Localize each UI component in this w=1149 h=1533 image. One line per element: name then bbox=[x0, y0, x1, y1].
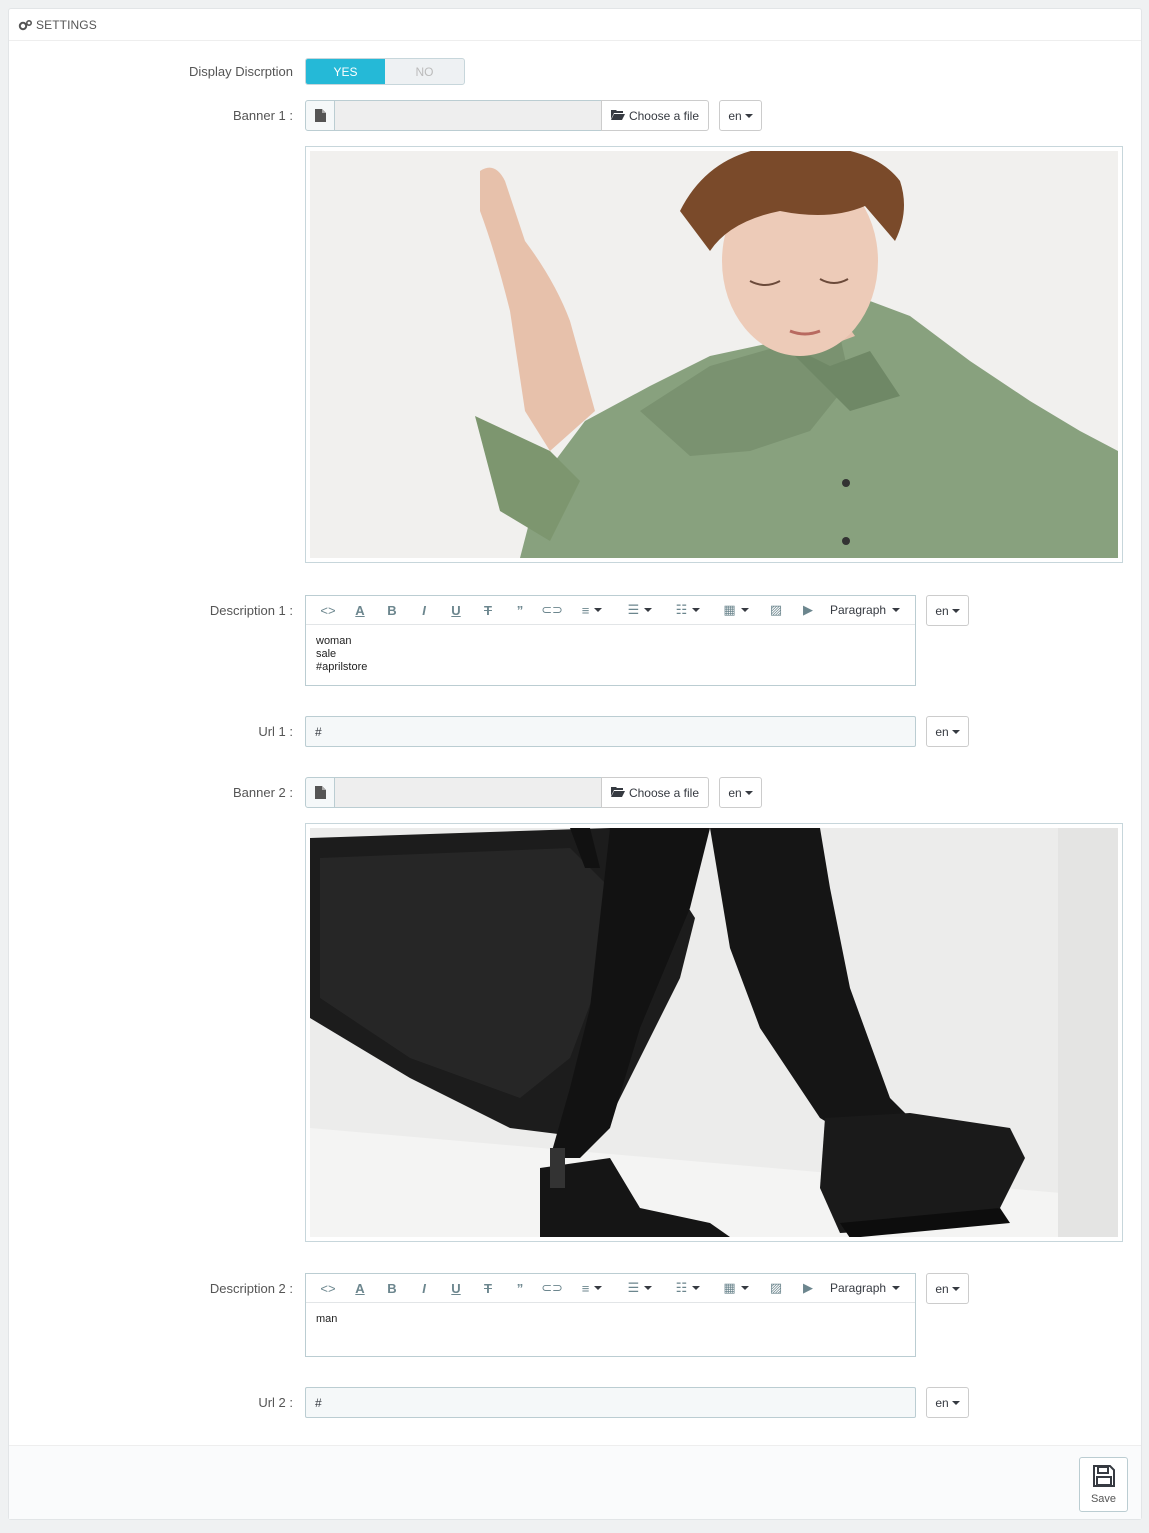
code-icon[interactable]: <> bbox=[312, 598, 344, 622]
url1-lang-dropdown[interactable]: en bbox=[926, 716, 969, 747]
file-icon bbox=[305, 777, 335, 808]
banner2-lang-dropdown[interactable]: en bbox=[719, 777, 762, 808]
underline-icon[interactable]: U bbox=[440, 1276, 472, 1300]
link-icon[interactable]: ⊂⊃ bbox=[536, 598, 568, 622]
strikethrough-icon[interactable]: T bbox=[472, 598, 504, 622]
code-icon[interactable]: <> bbox=[312, 1276, 344, 1300]
banner1-image-frame bbox=[305, 146, 1123, 563]
table-icon[interactable]: ▦ bbox=[712, 1276, 760, 1300]
caret-down-icon bbox=[951, 729, 960, 734]
lang-label: en bbox=[728, 108, 742, 123]
bold-icon[interactable]: B bbox=[376, 1276, 408, 1300]
blockquote-icon[interactable]: ” bbox=[504, 598, 536, 622]
caret-down-icon bbox=[951, 608, 960, 613]
url1-label: Url 1 : bbox=[258, 724, 293, 739]
folder-open-icon bbox=[610, 786, 625, 800]
banner1-choose-label: Choose a file bbox=[628, 108, 700, 123]
align-icon[interactable]: ≡ bbox=[568, 1276, 616, 1300]
numbered-list-icon[interactable]: ☷ bbox=[664, 1276, 712, 1300]
editor-toolbar: <> A B I U T ” ⊂⊃ ≡ ☰ ☷ ▦ ▨ ▶ Paragraph bbox=[306, 1274, 915, 1303]
bullet-list-icon[interactable]: ☰ bbox=[616, 1276, 664, 1300]
banner1-choose-button[interactable]: Choose a file bbox=[601, 100, 709, 131]
save-icon bbox=[1092, 1464, 1116, 1491]
url2-label: Url 2 : bbox=[258, 1395, 293, 1410]
save-button[interactable]: Save bbox=[1079, 1457, 1128, 1512]
banner2-choose-button[interactable]: Choose a file bbox=[601, 777, 709, 808]
description1-editor: <> A B I U T ” ⊂⊃ ≡ ☰ ☷ ▦ ▨ ▶ Paragraph … bbox=[305, 595, 916, 686]
format-dropdown[interactable]: Paragraph bbox=[830, 603, 901, 617]
banner2-image-frame bbox=[305, 823, 1123, 1242]
settings-panel: SETTINGS Display Discrption YES NO Banne… bbox=[8, 8, 1142, 1520]
editor-toolbar: <> A B I U T ” ⊂⊃ ≡ ☰ ☷ ▦ ▨ ▶ Paragraph bbox=[306, 596, 915, 625]
table-icon[interactable]: ▦ bbox=[712, 598, 760, 622]
lang-label: en bbox=[728, 785, 742, 800]
lang-label: en bbox=[935, 724, 949, 739]
description1-content[interactable]: woman sale #aprilstore bbox=[306, 625, 915, 684]
switch-yes[interactable]: YES bbox=[306, 59, 385, 84]
cogs-icon bbox=[18, 19, 33, 31]
description2-lang-dropdown[interactable]: en bbox=[926, 1273, 969, 1304]
caret-down-icon bbox=[744, 790, 753, 795]
media-icon[interactable]: ▶ bbox=[792, 598, 824, 622]
banner1-file-field[interactable] bbox=[335, 100, 601, 131]
folder-open-icon bbox=[610, 109, 625, 123]
banner1-label: Banner 1 : bbox=[233, 108, 293, 123]
banner2-label: Banner 2 : bbox=[233, 785, 293, 800]
description1-lang-dropdown[interactable]: en bbox=[926, 595, 969, 626]
save-label: Save bbox=[1090, 1493, 1117, 1505]
lang-label: en bbox=[935, 1281, 949, 1296]
panel-footer: Save bbox=[9, 1445, 1141, 1519]
content-line: sale bbox=[316, 648, 337, 660]
font-color-icon[interactable]: A bbox=[344, 598, 376, 622]
bold-icon[interactable]: B bbox=[376, 598, 408, 622]
url1-input[interactable]: # bbox=[305, 716, 916, 747]
format-dropdown[interactable]: Paragraph bbox=[830, 1281, 901, 1295]
description2-content[interactable]: man bbox=[306, 1303, 915, 1336]
banner2-choose-label: Choose a file bbox=[628, 785, 700, 800]
lang-label: en bbox=[935, 603, 949, 618]
image-icon[interactable]: ▨ bbox=[760, 1276, 792, 1300]
align-icon[interactable]: ≡ bbox=[568, 598, 616, 622]
banner1-file-group: Choose a file bbox=[305, 100, 709, 131]
description2-label: Description 2 : bbox=[209, 1281, 293, 1296]
link-icon[interactable]: ⊂⊃ bbox=[536, 1276, 568, 1300]
caret-down-icon bbox=[951, 1286, 960, 1291]
content-line: woman bbox=[316, 635, 352, 647]
italic-icon[interactable]: I bbox=[408, 598, 440, 622]
description2-editor: <> A B I U T ” ⊂⊃ ≡ ☰ ☷ ▦ ▨ ▶ Paragraph … bbox=[305, 1273, 916, 1357]
font-color-icon[interactable]: A bbox=[344, 1276, 376, 1300]
bullet-list-icon[interactable]: ☰ bbox=[616, 598, 664, 622]
panel-heading: SETTINGS bbox=[9, 9, 1141, 41]
switch-no[interactable]: NO bbox=[385, 59, 464, 84]
panel-title: SETTINGS bbox=[36, 17, 97, 32]
banner2-image bbox=[310, 828, 1118, 1237]
caret-down-icon bbox=[951, 1400, 960, 1405]
format-label: Paragraph bbox=[830, 1281, 887, 1295]
lang-label: en bbox=[935, 1395, 949, 1410]
url2-input[interactable]: # bbox=[305, 1387, 916, 1418]
url2-lang-dropdown[interactable]: en bbox=[926, 1387, 969, 1418]
banner1-image bbox=[310, 151, 1118, 558]
format-label: Paragraph bbox=[830, 603, 887, 617]
content-line: man bbox=[316, 1313, 338, 1325]
strikethrough-icon[interactable]: T bbox=[472, 1276, 504, 1300]
description1-label: Description 1 : bbox=[209, 603, 293, 618]
blockquote-icon[interactable]: ” bbox=[504, 1276, 536, 1300]
banner2-file-group: Choose a file bbox=[305, 777, 709, 808]
numbered-list-icon[interactable]: ☷ bbox=[664, 598, 712, 622]
display-description-label: Display Discrption bbox=[188, 64, 293, 79]
file-icon bbox=[305, 100, 335, 131]
underline-icon[interactable]: U bbox=[440, 598, 472, 622]
content-line: #aprilstore bbox=[316, 661, 368, 673]
banner2-file-field[interactable] bbox=[335, 777, 601, 808]
italic-icon[interactable]: I bbox=[408, 1276, 440, 1300]
media-icon[interactable]: ▶ bbox=[792, 1276, 824, 1300]
caret-down-icon bbox=[744, 113, 753, 118]
banner1-lang-dropdown[interactable]: en bbox=[719, 100, 762, 131]
display-description-switch[interactable]: YES NO bbox=[305, 58, 465, 85]
image-icon[interactable]: ▨ bbox=[760, 598, 792, 622]
